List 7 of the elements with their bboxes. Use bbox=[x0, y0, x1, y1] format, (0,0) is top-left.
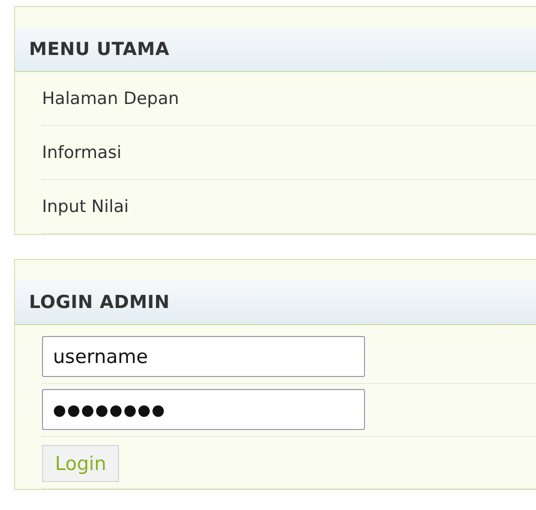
panel-title: LOGIN ADMIN bbox=[15, 280, 536, 325]
password-field[interactable]: ●●●●●●●● bbox=[42, 389, 365, 430]
menu-link[interactable]: Halaman Depan bbox=[42, 88, 180, 108]
menu-link[interactable]: Informasi bbox=[42, 142, 122, 162]
username-field[interactable]: username bbox=[42, 336, 365, 377]
menu-link[interactable]: Input Nilai bbox=[42, 196, 129, 216]
panel-title: MENU UTAMA bbox=[15, 27, 536, 72]
